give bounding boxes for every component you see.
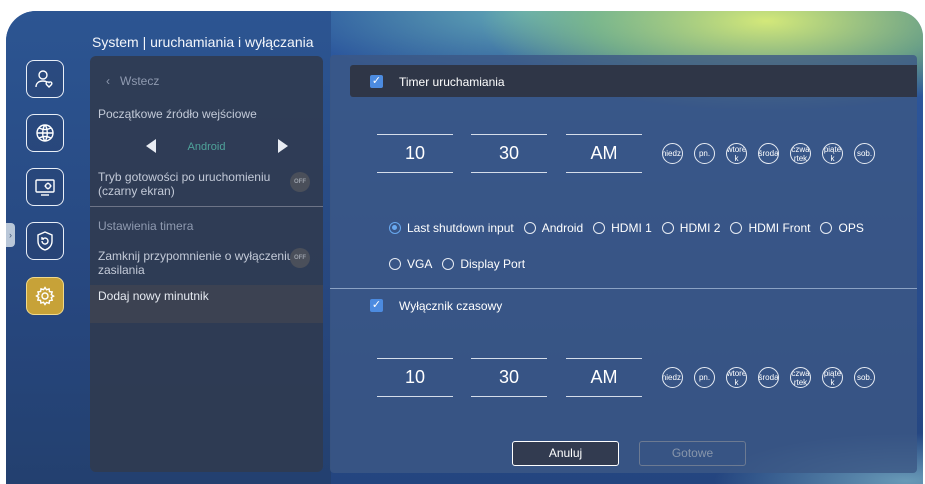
- radio-icon: [523, 222, 536, 234]
- power-on-day-thu[interactable]: czwa rtek: [790, 143, 811, 164]
- radio-label: VGA: [407, 257, 433, 271]
- power-off-day-mon[interactable]: pn.: [694, 367, 715, 388]
- power-on-ampm[interactable]: AM: [566, 134, 642, 173]
- power-on-day-sat[interactable]: sob.: [854, 143, 875, 164]
- power-on-timer-label: Timer uruchamiania: [399, 75, 505, 89]
- standby-label[interactable]: Tryb gotowości po uruchomieniu (czarny e…: [98, 170, 283, 198]
- collapse-tab-icon[interactable]: ›: [6, 223, 15, 247]
- power-off-ampm[interactable]: AM: [566, 358, 642, 397]
- shield-restore-icon[interactable]: [26, 222, 64, 260]
- cancel-button[interactable]: Anuluj: [512, 441, 619, 466]
- power-on-hour[interactable]: 10: [377, 134, 453, 173]
- radio-hdmi-front[interactable]: HDMI Front: [730, 221, 810, 235]
- shutdown-reminder-label[interactable]: Zamknij przypomnienie o wyłączeniu zasil…: [98, 249, 298, 277]
- power-on-day-mon[interactable]: pn.: [694, 143, 715, 164]
- power-off-day-sat[interactable]: sob.: [854, 367, 875, 388]
- globe-icon[interactable]: [26, 114, 64, 152]
- radio-selected-icon: [389, 222, 401, 234]
- radio-display-port[interactable]: Display Port: [442, 257, 525, 271]
- power-on-minute[interactable]: 30: [471, 134, 547, 173]
- gear-icon[interactable]: [26, 277, 64, 315]
- radio-label: HDMI 2: [679, 221, 721, 235]
- radio-label: Display Port: [460, 257, 526, 271]
- power-off-hour[interactable]: 10: [377, 358, 453, 397]
- user-heart-icon[interactable]: [26, 60, 64, 98]
- timer-settings-label: Ustawienia timera: [98, 219, 194, 233]
- power-on-day-sun[interactable]: niedz.: [662, 143, 683, 164]
- radio-label: Last shutdown input: [407, 221, 514, 235]
- radio-hdmi-1[interactable]: HDMI 1: [593, 221, 652, 235]
- radio-last-shutdown-input[interactable]: Last shutdown input: [389, 221, 514, 235]
- arrow-right-icon[interactable]: [278, 139, 288, 153]
- settings-menu: ‹ Wstecz Początkowe źródło wejściowe And…: [90, 56, 323, 472]
- radio-android[interactable]: Android: [523, 221, 584, 235]
- radio-label: HDMI 1: [611, 221, 652, 235]
- radio-ops[interactable]: OPS: [820, 221, 864, 235]
- radio-icon: [389, 258, 401, 270]
- done-button[interactable]: Gotowe: [639, 441, 746, 466]
- input-source-label: Początkowe źródło wejściowe: [98, 107, 257, 121]
- standby-toggle[interactable]: OFF: [290, 172, 310, 192]
- radio-icon: [661, 222, 674, 234]
- power-off-minute[interactable]: 30: [471, 358, 547, 397]
- shutdown-reminder-toggle[interactable]: OFF: [290, 248, 310, 268]
- radio-vga[interactable]: VGA: [389, 257, 432, 271]
- power-on-day-wed[interactable]: środa: [758, 143, 779, 164]
- power-off-day-wed[interactable]: środa: [758, 367, 779, 388]
- display-settings-icon[interactable]: [26, 168, 64, 206]
- back-label: Wstecz: [120, 74, 160, 88]
- timer-panel: ✓ Timer uruchamiania 10 30 AM niedz. pn.…: [330, 55, 917, 473]
- power-off-day-tue[interactable]: wtore k: [726, 367, 747, 388]
- power-off-day-thu[interactable]: czwa rtek: [790, 367, 811, 388]
- input-radio-row-1: Last shutdown input Android HDMI 1 HDMI …: [389, 221, 874, 235]
- divider: [90, 206, 323, 207]
- page-title: System | uruchamiania i wyłączania: [92, 34, 314, 50]
- power-off-day-sun[interactable]: niedz.: [662, 367, 683, 388]
- add-timer-label: Dodaj nowy minutnik: [98, 289, 209, 303]
- radio-icon: [442, 258, 455, 270]
- radio-label: OPS: [838, 221, 864, 235]
- radio-label: HDMI Front: [748, 221, 811, 235]
- radio-icon: [593, 222, 606, 234]
- back-button[interactable]: ‹ Wstecz: [106, 74, 159, 88]
- power-on-day-fri[interactable]: piąte k: [822, 143, 843, 164]
- section-divider: [330, 288, 917, 289]
- app-window: › System | uruchamiania i wyłączania ‹ W…: [6, 11, 923, 484]
- power-off-timer-label: Wyłącznik czasowy: [399, 299, 503, 313]
- radio-hdmi-2[interactable]: HDMI 2: [661, 221, 721, 235]
- radio-label: Android: [541, 221, 584, 235]
- power-on-day-tue[interactable]: wtore k: [726, 143, 747, 164]
- input-source-value: Android: [187, 141, 226, 153]
- power-off-checkbox[interactable]: ✓: [370, 299, 383, 312]
- radio-icon: [820, 222, 833, 234]
- radio-icon: [730, 222, 743, 234]
- input-radio-row-2: VGA Display Port: [389, 257, 535, 271]
- power-on-checkbox[interactable]: ✓: [370, 75, 383, 88]
- power-off-day-fri[interactable]: piąte k: [822, 367, 843, 388]
- chevron-left-icon: ‹: [106, 74, 110, 88]
